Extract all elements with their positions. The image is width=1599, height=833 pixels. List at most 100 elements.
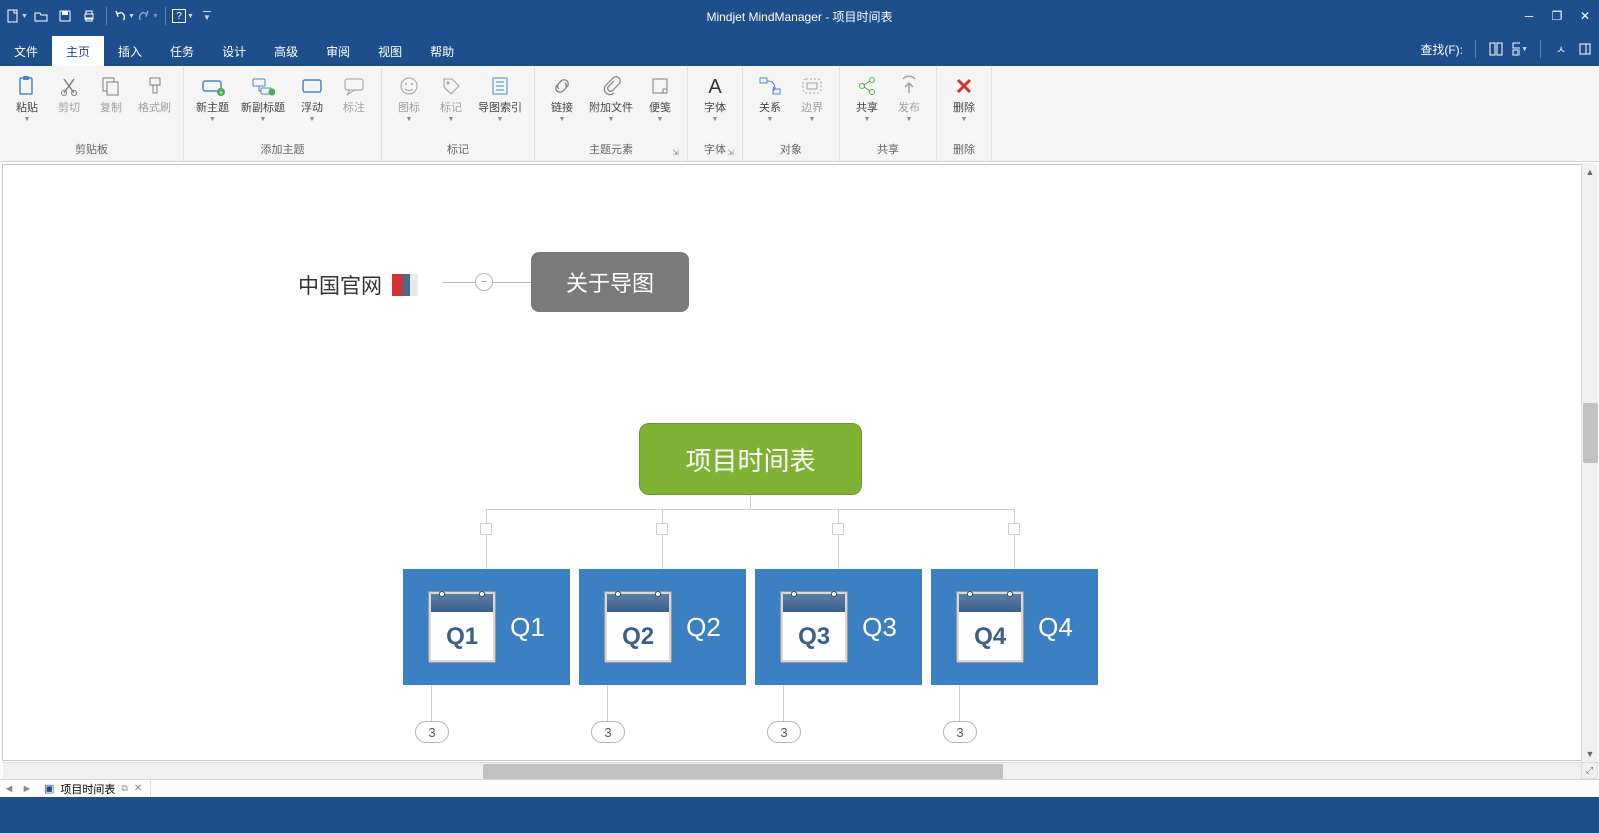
dropdown-arrow-icon: ▼: [657, 116, 664, 123]
document-tab[interactable]: ▣ 项目时间表 ⧉ ✕: [36, 780, 151, 797]
dropdown-arrow-icon: ▼: [712, 116, 719, 123]
collapse-ribbon-icon[interactable]: ㅅ: [1553, 41, 1569, 57]
tab-popout-icon[interactable]: ⧉: [121, 783, 127, 794]
child-count-badge[interactable]: 3: [767, 721, 801, 743]
scroll-corner-icon[interactable]: ⤢: [1581, 762, 1598, 779]
ribbon-group-label: 共享: [846, 139, 930, 161]
layout-icon[interactable]: ▼: [1512, 41, 1528, 57]
quarter-label: Q2: [686, 612, 721, 643]
dropdown-arrow-icon: ▼: [906, 116, 913, 123]
cut-button: 剪切: [48, 70, 90, 119]
window-arrange-icon[interactable]: [1488, 41, 1504, 57]
ribbon: 粘贴▼剪切复制格式刷剪贴板+新主题▼新副标题▼浮动▼标注添加主题图标▼标记▼导图…: [0, 66, 1599, 162]
hyperlink-label[interactable]: 中国官网: [298, 270, 418, 300]
dropdown-arrow-icon: ▼: [961, 116, 968, 123]
quarter-node-q1[interactable]: Q1Q1: [403, 569, 570, 685]
tab-view[interactable]: 视图: [364, 36, 416, 66]
root-node[interactable]: 项目时间表: [639, 423, 862, 495]
scroll-down-icon[interactable]: ▼: [1582, 745, 1598, 762]
tab-task[interactable]: 任务: [156, 36, 208, 66]
quarter-node-q4[interactable]: Q4Q4: [931, 569, 1098, 685]
dialog-launcher-icon[interactable]: ⇲: [672, 148, 679, 157]
calendar-icon: Q3: [780, 591, 848, 663]
vertical-scrollbar[interactable]: ▲ ▼: [1581, 163, 1598, 762]
document-tabbar: ◄ ► ▣ 项目时间表 ⧉ ✕: [0, 779, 1599, 797]
dropdown-arrow-icon: ▼: [767, 116, 774, 123]
document-tab-label: 项目时间表: [60, 781, 115, 797]
new-file-button[interactable]: ▼: [6, 5, 28, 27]
dropdown-arrow-icon: ▼: [864, 116, 871, 123]
hscroll-thumb[interactable]: [483, 764, 1003, 779]
tab-help[interactable]: 帮助: [416, 36, 468, 66]
save-button[interactable]: [54, 5, 76, 27]
format-brush-button: 格式刷: [132, 70, 177, 119]
redo-button[interactable]: ▼: [137, 5, 159, 27]
ribbon-button-label: 新副标题: [241, 102, 285, 115]
boundary-button: 边界▼: [791, 70, 833, 127]
open-file-button[interactable]: [30, 5, 52, 27]
vscroll-thumb[interactable]: [1583, 403, 1598, 463]
index-icon: [488, 74, 512, 98]
tab-close-icon[interactable]: ✕: [134, 783, 142, 794]
ribbon-button-label: 导图索引: [478, 102, 522, 115]
float-button[interactable]: 浮动▼: [291, 70, 333, 127]
child-count-badge[interactable]: 3: [943, 721, 977, 743]
index-button[interactable]: 导图索引▼: [472, 70, 528, 127]
share-button[interactable]: 共享▼: [846, 70, 888, 127]
qat-customize-button[interactable]: ▼: [196, 5, 218, 27]
scroll-up-icon[interactable]: ▲: [1582, 163, 1598, 180]
child-count-badge[interactable]: 3: [415, 721, 449, 743]
quarter-node-q3[interactable]: Q3Q3: [755, 569, 922, 685]
attach-button[interactable]: 附加文件▼: [583, 70, 639, 127]
pane-toggle-icon[interactable]: [1577, 41, 1593, 57]
ribbon-group-label: 对象: [749, 139, 833, 161]
font-button[interactable]: A字体▼: [694, 70, 736, 127]
find-label[interactable]: 查找(F):: [1420, 41, 1463, 58]
dropdown-arrow-icon: ▼: [24, 116, 31, 123]
canvas[interactable]: 中国官网 − 关于导图 项目时间表 Q1Q1 3 Q2Q2 3 Q3Q3 3 Q4Q4 3: [2, 164, 1597, 761]
ribbon-button-label: 链接: [551, 102, 573, 115]
dropdown-arrow-icon: ▼: [497, 116, 504, 123]
ribbon-button-label: 复制: [100, 102, 122, 115]
help-button[interactable]: ?▼: [172, 5, 194, 27]
new-subtopic-button[interactable]: 新副标题▼: [235, 70, 291, 127]
close-button[interactable]: ✕: [1571, 0, 1599, 32]
collapse-toggle[interactable]: −: [475, 273, 493, 291]
print-button[interactable]: [78, 5, 100, 27]
float-icon: [300, 74, 324, 98]
tab-review[interactable]: 审阅: [312, 36, 364, 66]
link-button[interactable]: 链接▼: [541, 70, 583, 127]
dropdown-arrow-icon: ▼: [448, 116, 455, 123]
ribbon-group-label: 主题元素⇲: [541, 139, 681, 161]
horizontal-scrollbar[interactable]: [3, 762, 1581, 779]
paste-button[interactable]: 粘贴▼: [6, 70, 48, 127]
restore-button[interactable]: ❐: [1543, 0, 1571, 32]
tab-home[interactable]: 主页: [52, 36, 104, 66]
document-icon: ▣: [44, 782, 54, 795]
tab-advanced[interactable]: 高级: [260, 36, 312, 66]
dialog-launcher-icon[interactable]: ⇲: [727, 148, 734, 157]
about-map-node[interactable]: 关于导图: [531, 252, 689, 312]
calendar-icon: Q1: [428, 591, 496, 663]
tab-scroll-right[interactable]: ►: [18, 783, 36, 795]
child-count-badge[interactable]: 3: [591, 721, 625, 743]
tab-file[interactable]: 文件: [0, 36, 52, 66]
ribbon-group: 粘贴▼剪切复制格式刷剪贴板: [0, 66, 184, 161]
tab-design[interactable]: 设计: [208, 36, 260, 66]
minimize-button[interactable]: ─: [1515, 0, 1543, 32]
tab-insert[interactable]: 插入: [104, 36, 156, 66]
ribbon-tabs: 文件 主页 插入 任务 设计 高级 审阅 视图 帮助 查找(F): ▼ ㅅ: [0, 32, 1599, 66]
window-title: Mindjet MindManager - 项目时间表: [706, 8, 892, 25]
relation-button[interactable]: 关系▼: [749, 70, 791, 127]
undo-button[interactable]: ▼: [113, 5, 135, 27]
delete-button[interactable]: 删除▼: [943, 70, 985, 127]
tag-button: 标记▼: [430, 70, 472, 127]
dropdown-arrow-icon: ▼: [809, 116, 816, 123]
quarter-node-q2[interactable]: Q2Q2: [579, 569, 746, 685]
boundary-icon: [800, 74, 824, 98]
new-topic-button[interactable]: +新主题▼: [190, 70, 235, 127]
note-button[interactable]: 便笺▼: [639, 70, 681, 127]
ribbon-button-label: 剪切: [58, 102, 80, 115]
ribbon-button-label: 发布: [898, 102, 920, 115]
tab-scroll-left[interactable]: ◄: [0, 783, 18, 795]
